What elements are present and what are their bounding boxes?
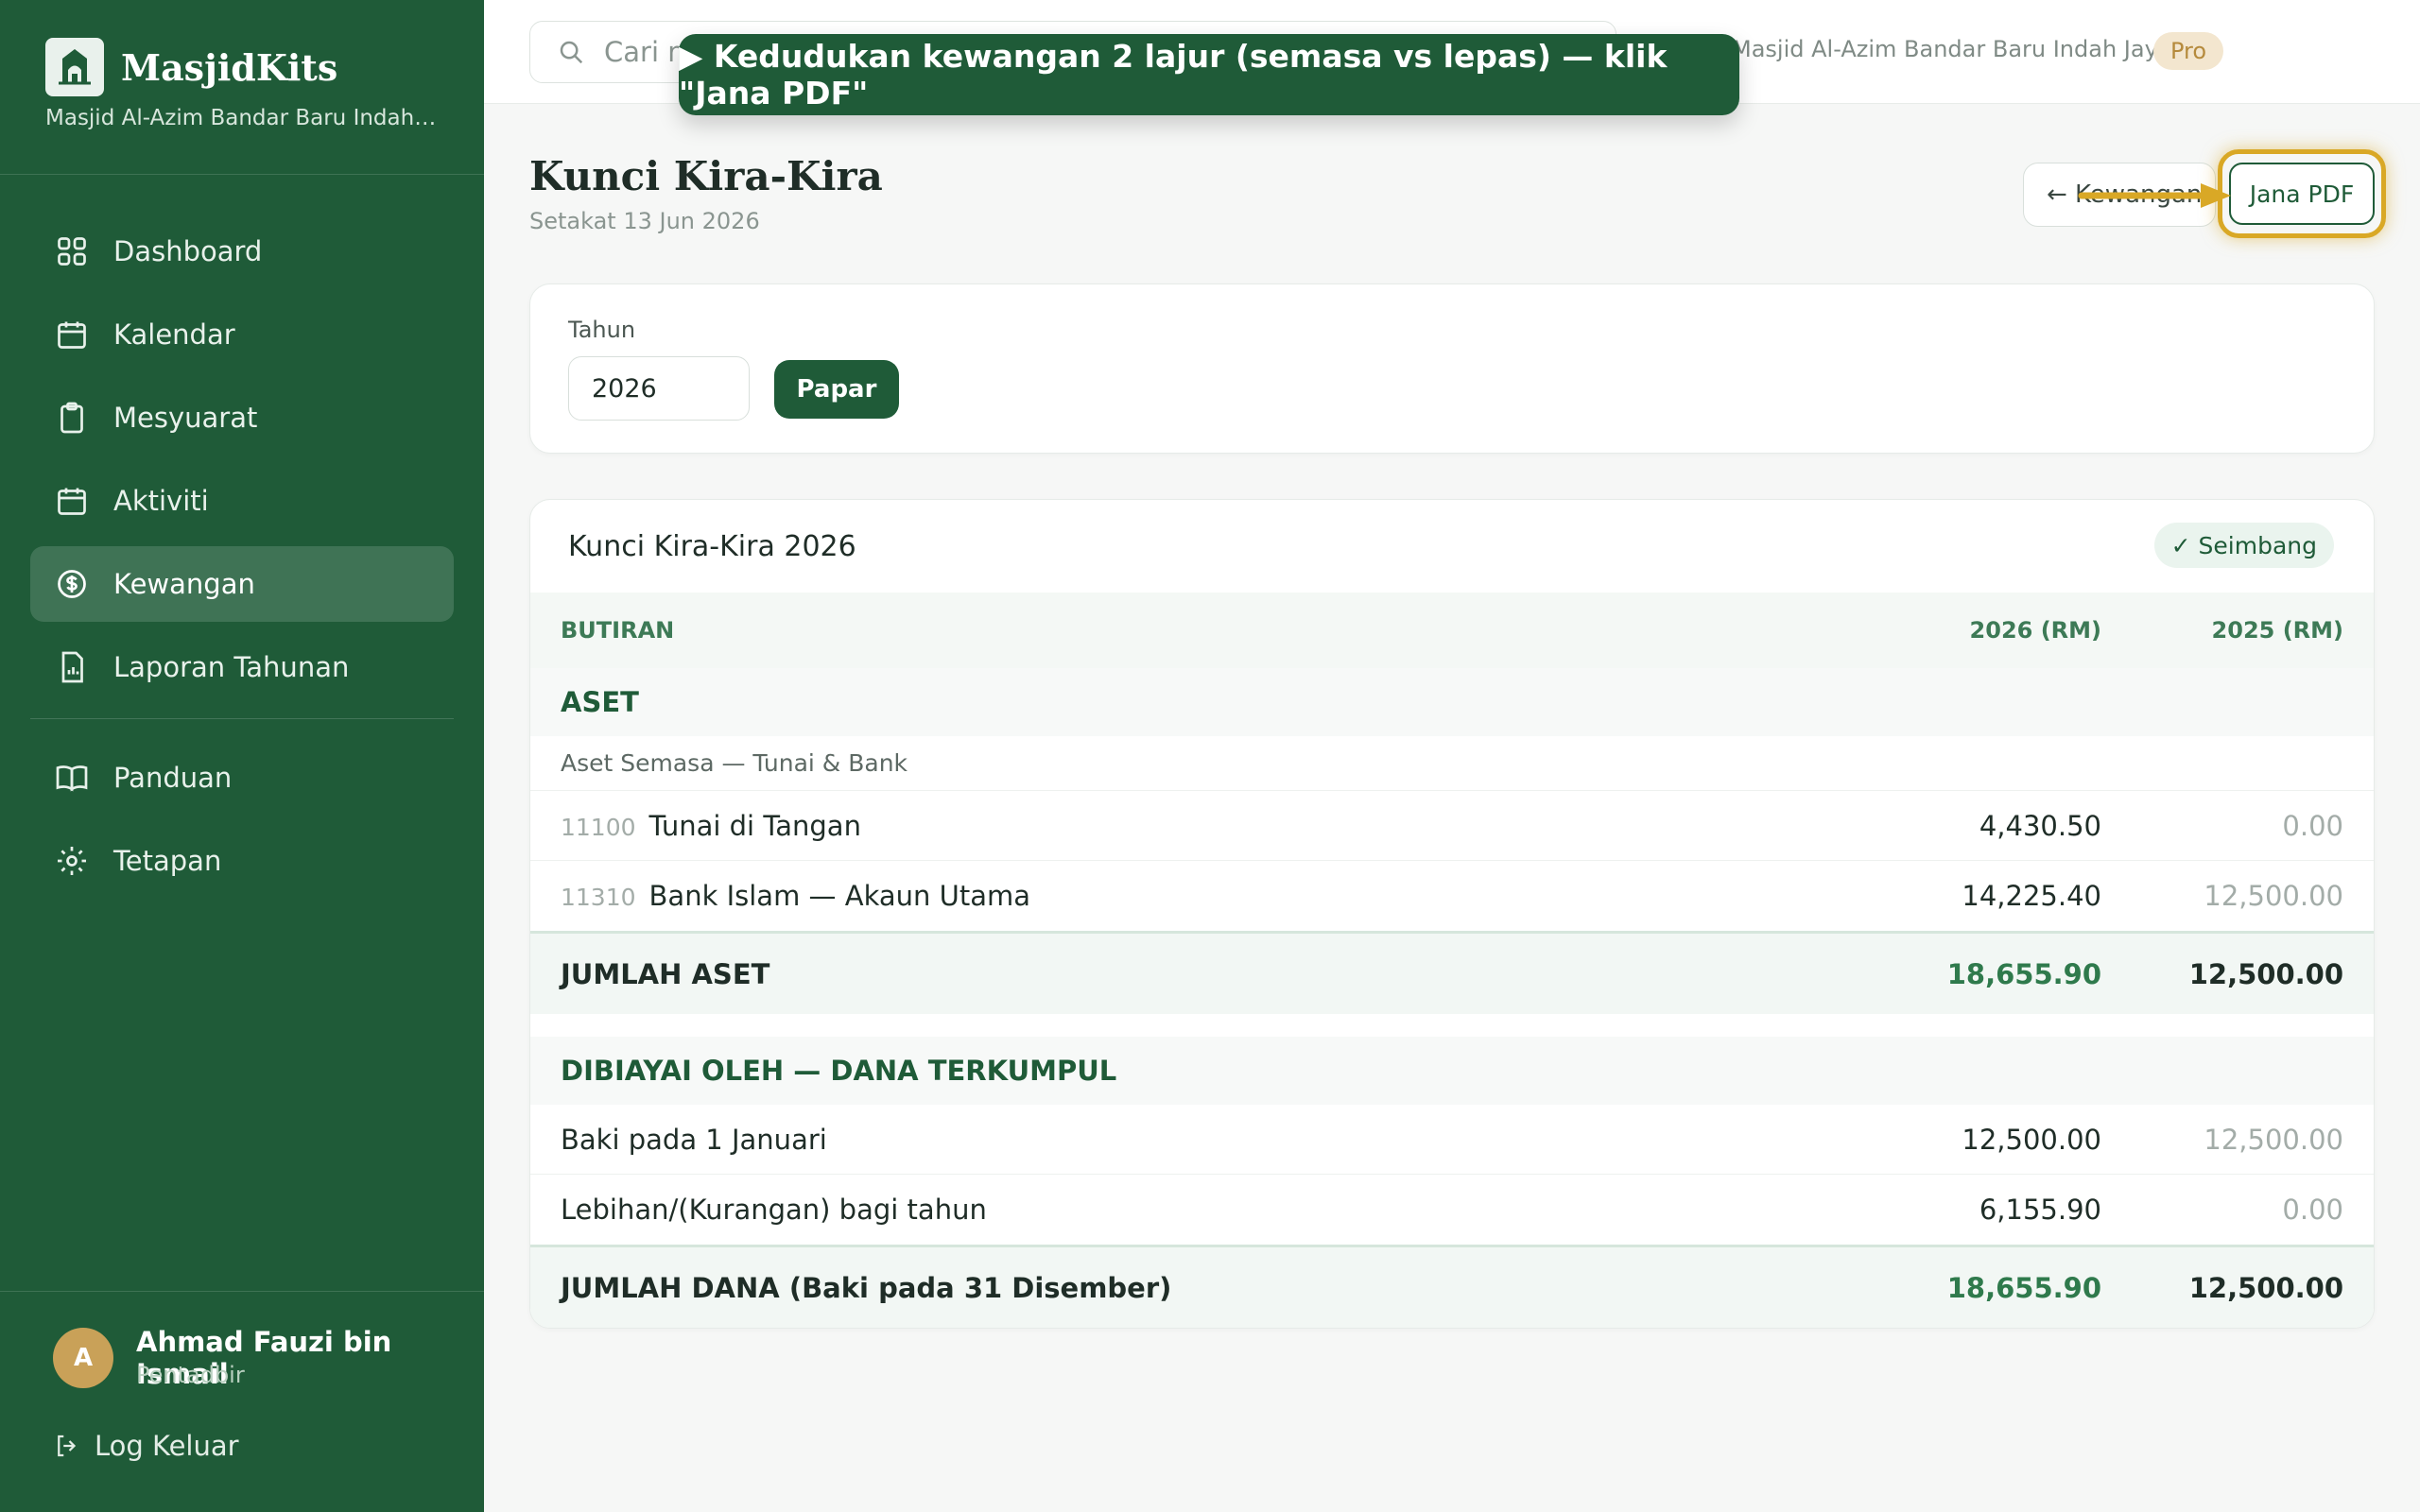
- sidebar-divider: [30, 718, 454, 719]
- page-subtitle: Setakat 13 Jun 2026: [529, 208, 760, 234]
- total-label: JUMLAH ASET: [561, 957, 770, 990]
- subsection-label: Aset Semasa — Tunai & Bank: [561, 749, 908, 777]
- total-row-assets: JUMLAH ASET 18,655.90 12,500.00: [530, 931, 2374, 1014]
- status-badge: ✓ Seimbang: [2153, 523, 2334, 568]
- sidebar-nav: Dashboard Kalendar Mesyuarat Aktiviti Ke…: [30, 214, 454, 906]
- account-name: Tunai di Tangan: [648, 809, 861, 842]
- section-heading-funds: DIBIAYAI OLEH — DANA TERKUMPUL: [530, 1037, 2374, 1105]
- user-panel: A Ahmad Fauzi bin Ismail Pentadbir Log K…: [0, 1291, 484, 1512]
- row-label: 11310 Bank Islam — Akaun Utama: [561, 880, 1030, 912]
- total-current-value: 18,655.90: [1946, 957, 2101, 990]
- column-header-current: 2026 (RM): [1969, 617, 2101, 644]
- logout-icon: [58, 1435, 77, 1457]
- report-icon: [61, 651, 83, 683]
- previous-value: 0.00: [2282, 1194, 2343, 1226]
- sidebar-item-label: Kewangan: [113, 568, 255, 600]
- report-header: Kunci Kira-Kira 2026 ✓ Seimbang: [530, 500, 2374, 593]
- current-value: 6,155.90: [1979, 1194, 2101, 1226]
- table-row: Lebihan/(Kurangan) bagi tahun 6,155.90 0…: [530, 1175, 2374, 1245]
- gear-icon: [58, 847, 86, 875]
- brand[interactable]: MasjidKits: [45, 38, 337, 96]
- total-current-value: 18,655.90: [1946, 1271, 2101, 1304]
- sidebar-item-aktiviti[interactable]: Aktiviti: [30, 463, 454, 539]
- calendar-icon: [58, 321, 86, 349]
- page-title: Kunci Kira-Kira: [529, 153, 883, 199]
- row-label: 11100 Tunai di Tangan: [561, 810, 861, 842]
- tour-arrow-icon: [2078, 183, 2231, 208]
- table-header: BUTIRAN 2026 (RM) 2025 (RM): [530, 593, 2374, 668]
- sidebar-item-label: Mesyuarat: [113, 402, 258, 434]
- show-button[interactable]: Papar: [774, 360, 899, 419]
- logout-label: Log Keluar: [95, 1430, 239, 1462]
- total-previous-value: 12,500.00: [2188, 957, 2343, 990]
- sidebar-item-label: Kalendar: [113, 318, 235, 351]
- sidebar-item-panduan[interactable]: Panduan: [30, 740, 454, 816]
- sidebar-item-label: Panduan: [113, 762, 233, 794]
- sidebar: MasjidKits Masjid Al-Azim Bandar Baru In…: [0, 0, 484, 1512]
- subsection-heading: Aset Semasa — Tunai & Bank: [530, 736, 2374, 791]
- generate-pdf-button[interactable]: Jana PDF: [2229, 163, 2375, 225]
- current-value: 12,500.00: [1962, 1123, 2101, 1156]
- table-row: Baki pada 1 Januari 12,500.00 12,500.00: [530, 1105, 2374, 1175]
- current-value: 4,430.50: [1979, 809, 2101, 842]
- logout-button[interactable]: Log Keluar: [53, 1430, 239, 1462]
- account-code: 11100: [561, 813, 636, 841]
- book-icon: [56, 765, 88, 792]
- plan-badge: Pro: [2153, 32, 2224, 70]
- balance-sheet-card: Kunci Kira-Kira 2026 ✓ Seimbang BUTIRAN …: [529, 499, 2375, 1329]
- sidebar-item-mesyuarat[interactable]: Mesyuarat: [30, 380, 454, 455]
- total-previous-value: 12,500.00: [2188, 1271, 2343, 1304]
- account-code: 11310: [561, 884, 636, 911]
- mosque-logo-icon: [45, 38, 104, 96]
- current-value: 14,225.40: [1962, 880, 2101, 912]
- table-row: 11310 Bank Islam — Akaun Utama 14,225.40 …: [530, 861, 2374, 931]
- calendar-icon: [58, 488, 86, 515]
- brand-name: MasjidKits: [121, 45, 338, 89]
- row-label: Lebihan/(Kurangan) bagi tahun: [561, 1194, 987, 1226]
- sidebar-item-label: Tetapan: [113, 845, 222, 877]
- tour-tooltip: ▶ Kedudukan kewangan 2 lajur (semasa vs …: [679, 34, 1739, 115]
- sidebar-item-label: Laporan Tahunan: [113, 651, 350, 683]
- sidebar-item-kalendar[interactable]: Kalendar: [30, 297, 454, 372]
- sidebar-divider: [0, 174, 484, 175]
- row-label: Baki pada 1 Januari: [561, 1123, 827, 1156]
- clipboard-icon: [60, 402, 83, 434]
- dollar-circle-icon: [58, 570, 86, 598]
- search-icon: [560, 41, 583, 64]
- column-header-previous: 2025 (RM): [2211, 617, 2343, 644]
- section-heading-label: ASET: [561, 686, 639, 718]
- sidebar-item-tetapan[interactable]: Tetapan: [30, 823, 454, 899]
- year-label: Tahun: [568, 317, 636, 343]
- sidebar-item-label: Aktiviti: [113, 485, 209, 517]
- brand-subtitle: Masjid Al-Azim Bandar Baru Indah Jaya: [45, 106, 442, 130]
- total-row-funds: JUMLAH DANA (Baki pada 31 Disember) 18,6…: [530, 1245, 2374, 1328]
- avatar[interactable]: A: [53, 1328, 113, 1388]
- total-label: JUMLAH DANA (Baki pada 31 Disember): [561, 1271, 1172, 1304]
- grid-icon: [58, 237, 86, 266]
- column-header-item: BUTIRAN: [561, 617, 675, 644]
- year-input[interactable]: [568, 356, 750, 421]
- sidebar-item-dashboard[interactable]: Dashboard: [30, 214, 454, 289]
- section-heading-label: DIBIAYAI OLEH — DANA TERKUMPUL: [561, 1055, 1117, 1087]
- report-title: Kunci Kira-Kira 2026: [568, 530, 856, 563]
- previous-value: 0.00: [2282, 809, 2343, 842]
- org-name: Masjid Al-Azim Bandar Baru Indah Jaya: [1732, 36, 2172, 62]
- sidebar-item-laporan-tahunan[interactable]: Laporan Tahunan: [30, 629, 454, 705]
- previous-value: 12,500.00: [2204, 1123, 2343, 1156]
- user-role: Pentadbir: [136, 1362, 245, 1388]
- account-name: Bank Islam — Akaun Utama: [648, 880, 1031, 912]
- previous-value: 12,500.00: [2204, 880, 2343, 912]
- section-heading-assets: ASET: [530, 668, 2374, 736]
- filter-card: Tahun Papar: [529, 284, 2375, 454]
- sidebar-item-label: Dashboard: [113, 235, 263, 267]
- sidebar-item-kewangan[interactable]: Kewangan: [30, 546, 454, 622]
- table-row: 11100 Tunai di Tangan 4,430.50 0.00: [530, 791, 2374, 861]
